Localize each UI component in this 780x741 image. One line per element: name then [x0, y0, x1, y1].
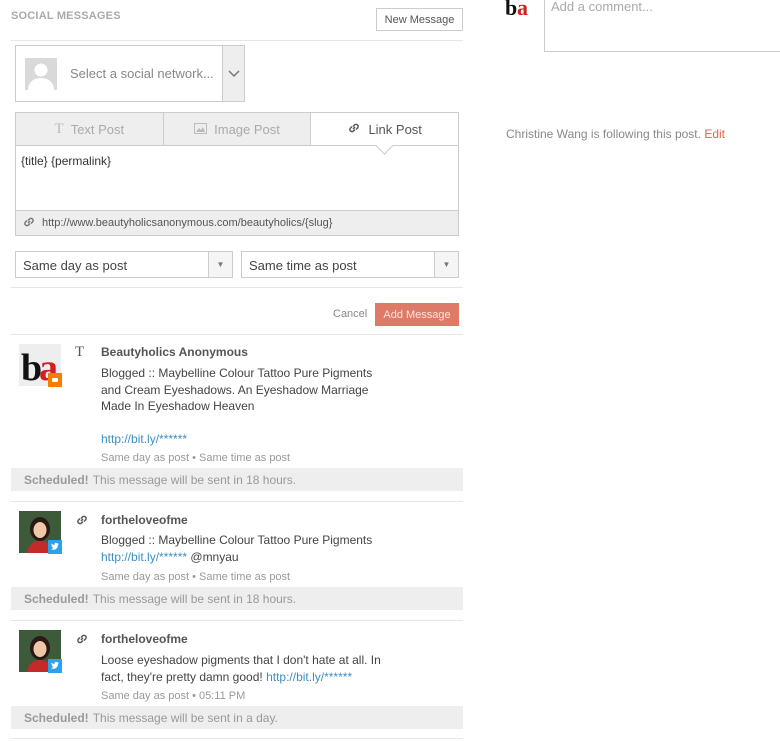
svg-text:a: a	[517, 0, 528, 18]
svg-text:b: b	[505, 0, 517, 18]
tab-link-post[interactable]: Link Post	[311, 113, 459, 145]
account-name: fortheloveofme	[101, 632, 188, 646]
twitter-icon	[48, 659, 62, 673]
tab-label: Image Post	[214, 121, 280, 137]
short-link[interactable]: http://bit.ly/******	[101, 550, 187, 564]
message-text: Blogged :: Maybelline Colour Tattoo Pure…	[101, 533, 373, 564]
scheduled-text: This message will be sent in 18 hours.	[92, 472, 297, 487]
divider	[11, 334, 463, 335]
avatar	[19, 630, 62, 673]
divider	[11, 620, 463, 621]
scheduled-text: This message will be sent in a day.	[92, 710, 278, 725]
tab-label: Link Post	[368, 121, 422, 137]
account-name: fortheloveofme	[101, 513, 188, 527]
link-icon	[75, 632, 89, 646]
image-icon	[194, 122, 208, 137]
tab-label: Text Post	[70, 121, 125, 137]
scheduled-label: Scheduled!	[24, 591, 89, 606]
network-select-placeholder: Select a social network...	[70, 66, 214, 81]
day-select-value: Same day as post	[23, 258, 128, 273]
link-url-bar: http://www.beautyholicsanonymous.com/bea…	[15, 210, 459, 236]
link-icon	[22, 215, 36, 232]
short-link[interactable]: http://bit.ly/******	[101, 432, 187, 446]
message-meta: Same day as post • Same time as post	[101, 571, 291, 583]
account-name: Beautyholics Anonymous	[101, 345, 248, 359]
post-type-tabs: T Text Post Image Post Link Post	[15, 112, 459, 146]
add-message-button[interactable]: Add Message	[375, 303, 459, 326]
chevron-down-icon[interactable]	[222, 46, 244, 101]
following-text: Christine Wang is following this post.	[506, 127, 701, 141]
caret-down-icon: ▼	[434, 252, 458, 277]
avatar	[19, 511, 62, 554]
new-message-button[interactable]: New Message	[376, 8, 463, 31]
message-text: Loose eyeshadow pigments that I don't ha…	[101, 653, 381, 684]
link-icon	[75, 513, 89, 527]
blogger-icon	[48, 373, 62, 387]
divider	[11, 287, 463, 288]
twitter-icon	[48, 540, 62, 554]
message-text: Blogged :: Maybelline Colour Tattoo Pure…	[101, 366, 373, 446]
tab-image-post[interactable]: Image Post	[164, 113, 312, 145]
scheduled-text: This message will be sent in 18 hours.	[92, 591, 297, 606]
scheduled-label: Scheduled!	[24, 472, 89, 487]
message-textarea[interactable]: {title} {permalink}	[15, 145, 459, 211]
section-title: SOCIAL MESSAGES	[11, 10, 121, 22]
edit-following-link[interactable]: Edit	[704, 127, 725, 141]
divider	[11, 738, 463, 739]
tab-text-post[interactable]: T Text Post	[16, 113, 164, 145]
following-status: Christine Wang is following this post. E…	[506, 127, 725, 141]
message-meta: Same day as post • 05:11 PM	[101, 690, 246, 702]
placeholder-avatar-icon	[25, 58, 57, 90]
comment-input[interactable]: Add a comment...	[544, 0, 780, 52]
social-network-select[interactable]: Select a social network...	[15, 45, 245, 102]
text-icon: T	[75, 344, 85, 360]
scheduled-banner: Scheduled! This message will be sent in …	[11, 468, 463, 491]
message-meta: Same day as post • Same time as post	[101, 452, 291, 464]
user-avatar: ba	[505, 0, 533, 18]
avatar: ba	[19, 344, 62, 389]
link-url-text: http://www.beautyholicsanonymous.com/bea…	[42, 217, 333, 229]
link-icon	[347, 121, 361, 138]
divider	[11, 501, 463, 502]
caret-down-icon: ▼	[208, 252, 232, 277]
scheduled-banner: Scheduled! This message will be sent in …	[11, 587, 463, 610]
text-icon: T	[54, 120, 64, 137]
scheduled-label: Scheduled!	[24, 710, 89, 725]
short-link[interactable]: http://bit.ly/******	[266, 670, 352, 684]
scheduled-banner: Scheduled! This message will be sent in …	[11, 706, 463, 729]
time-select[interactable]: Same time as post ▼	[241, 251, 459, 278]
day-select[interactable]: Same day as post ▼	[15, 251, 233, 278]
divider	[11, 40, 463, 41]
time-select-value: Same time as post	[249, 258, 357, 273]
comment-placeholder: Add a comment...	[551, 0, 653, 14]
cancel-button[interactable]: Cancel	[333, 308, 367, 320]
